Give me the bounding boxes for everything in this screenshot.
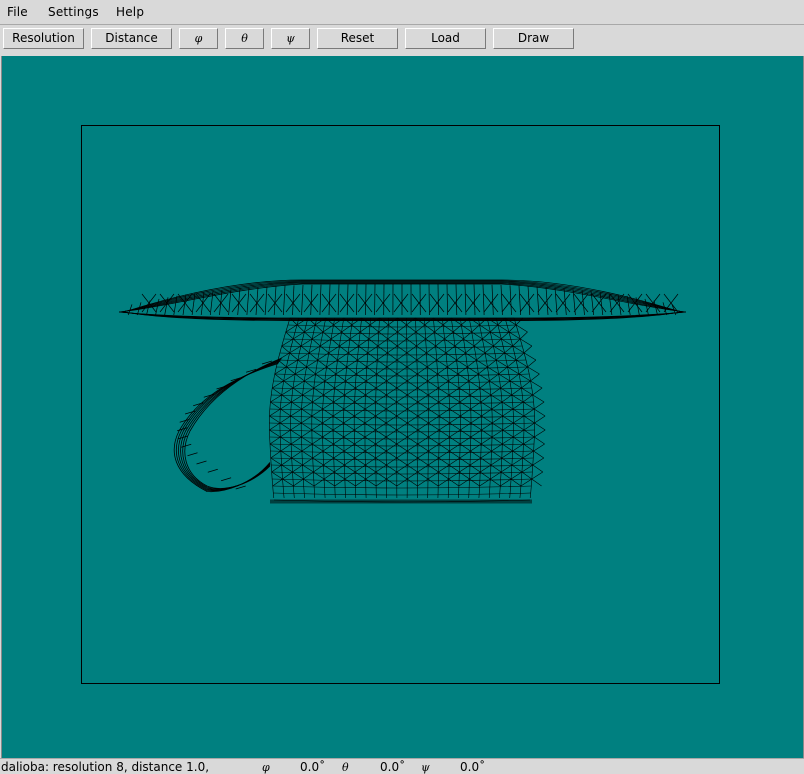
menu-file[interactable]: File (7, 5, 28, 19)
status-psi-symbol: ψ (421, 761, 430, 774)
menu-help[interactable]: Help (116, 5, 144, 19)
menu-bar: File Settings Help (0, 0, 804, 25)
phi-button[interactable]: φ (179, 28, 218, 49)
status-theta-value: 0.0˚ (380, 760, 406, 774)
load-button[interactable]: Load (405, 28, 486, 49)
menu-settings[interactable]: Settings (48, 5, 99, 19)
cup-wireframe (269, 317, 546, 504)
status-text: dalioba: resolution 8, distance 1.0, (1, 760, 210, 774)
status-bar: dalioba: resolution 8, distance 1.0, φ 0… (0, 758, 804, 774)
psi-button[interactable]: ψ (271, 28, 310, 49)
resolution-button[interactable]: Resolution (3, 28, 84, 49)
handle-wireframe (173, 357, 283, 493)
teacup-wireframe (118, 279, 687, 504)
application-window: File Settings Help Resolution Distance φ… (0, 0, 804, 774)
distance-button[interactable]: Distance (91, 28, 172, 49)
status-phi-symbol: φ (262, 761, 270, 774)
draw-button[interactable]: Draw (493, 28, 574, 49)
status-theta-symbol: θ (342, 761, 349, 774)
toolbar: Resolution Distance φ θ ψ Reset Load Dra… (0, 25, 804, 55)
reset-button[interactable]: Reset (317, 28, 398, 49)
theta-button[interactable]: θ (225, 28, 264, 49)
status-phi-value: 0.0˚ (300, 760, 326, 774)
status-psi-value: 0.0˚ (460, 760, 486, 774)
saucer-wireframe (118, 279, 687, 322)
drawing-canvas[interactable] (1, 56, 804, 758)
